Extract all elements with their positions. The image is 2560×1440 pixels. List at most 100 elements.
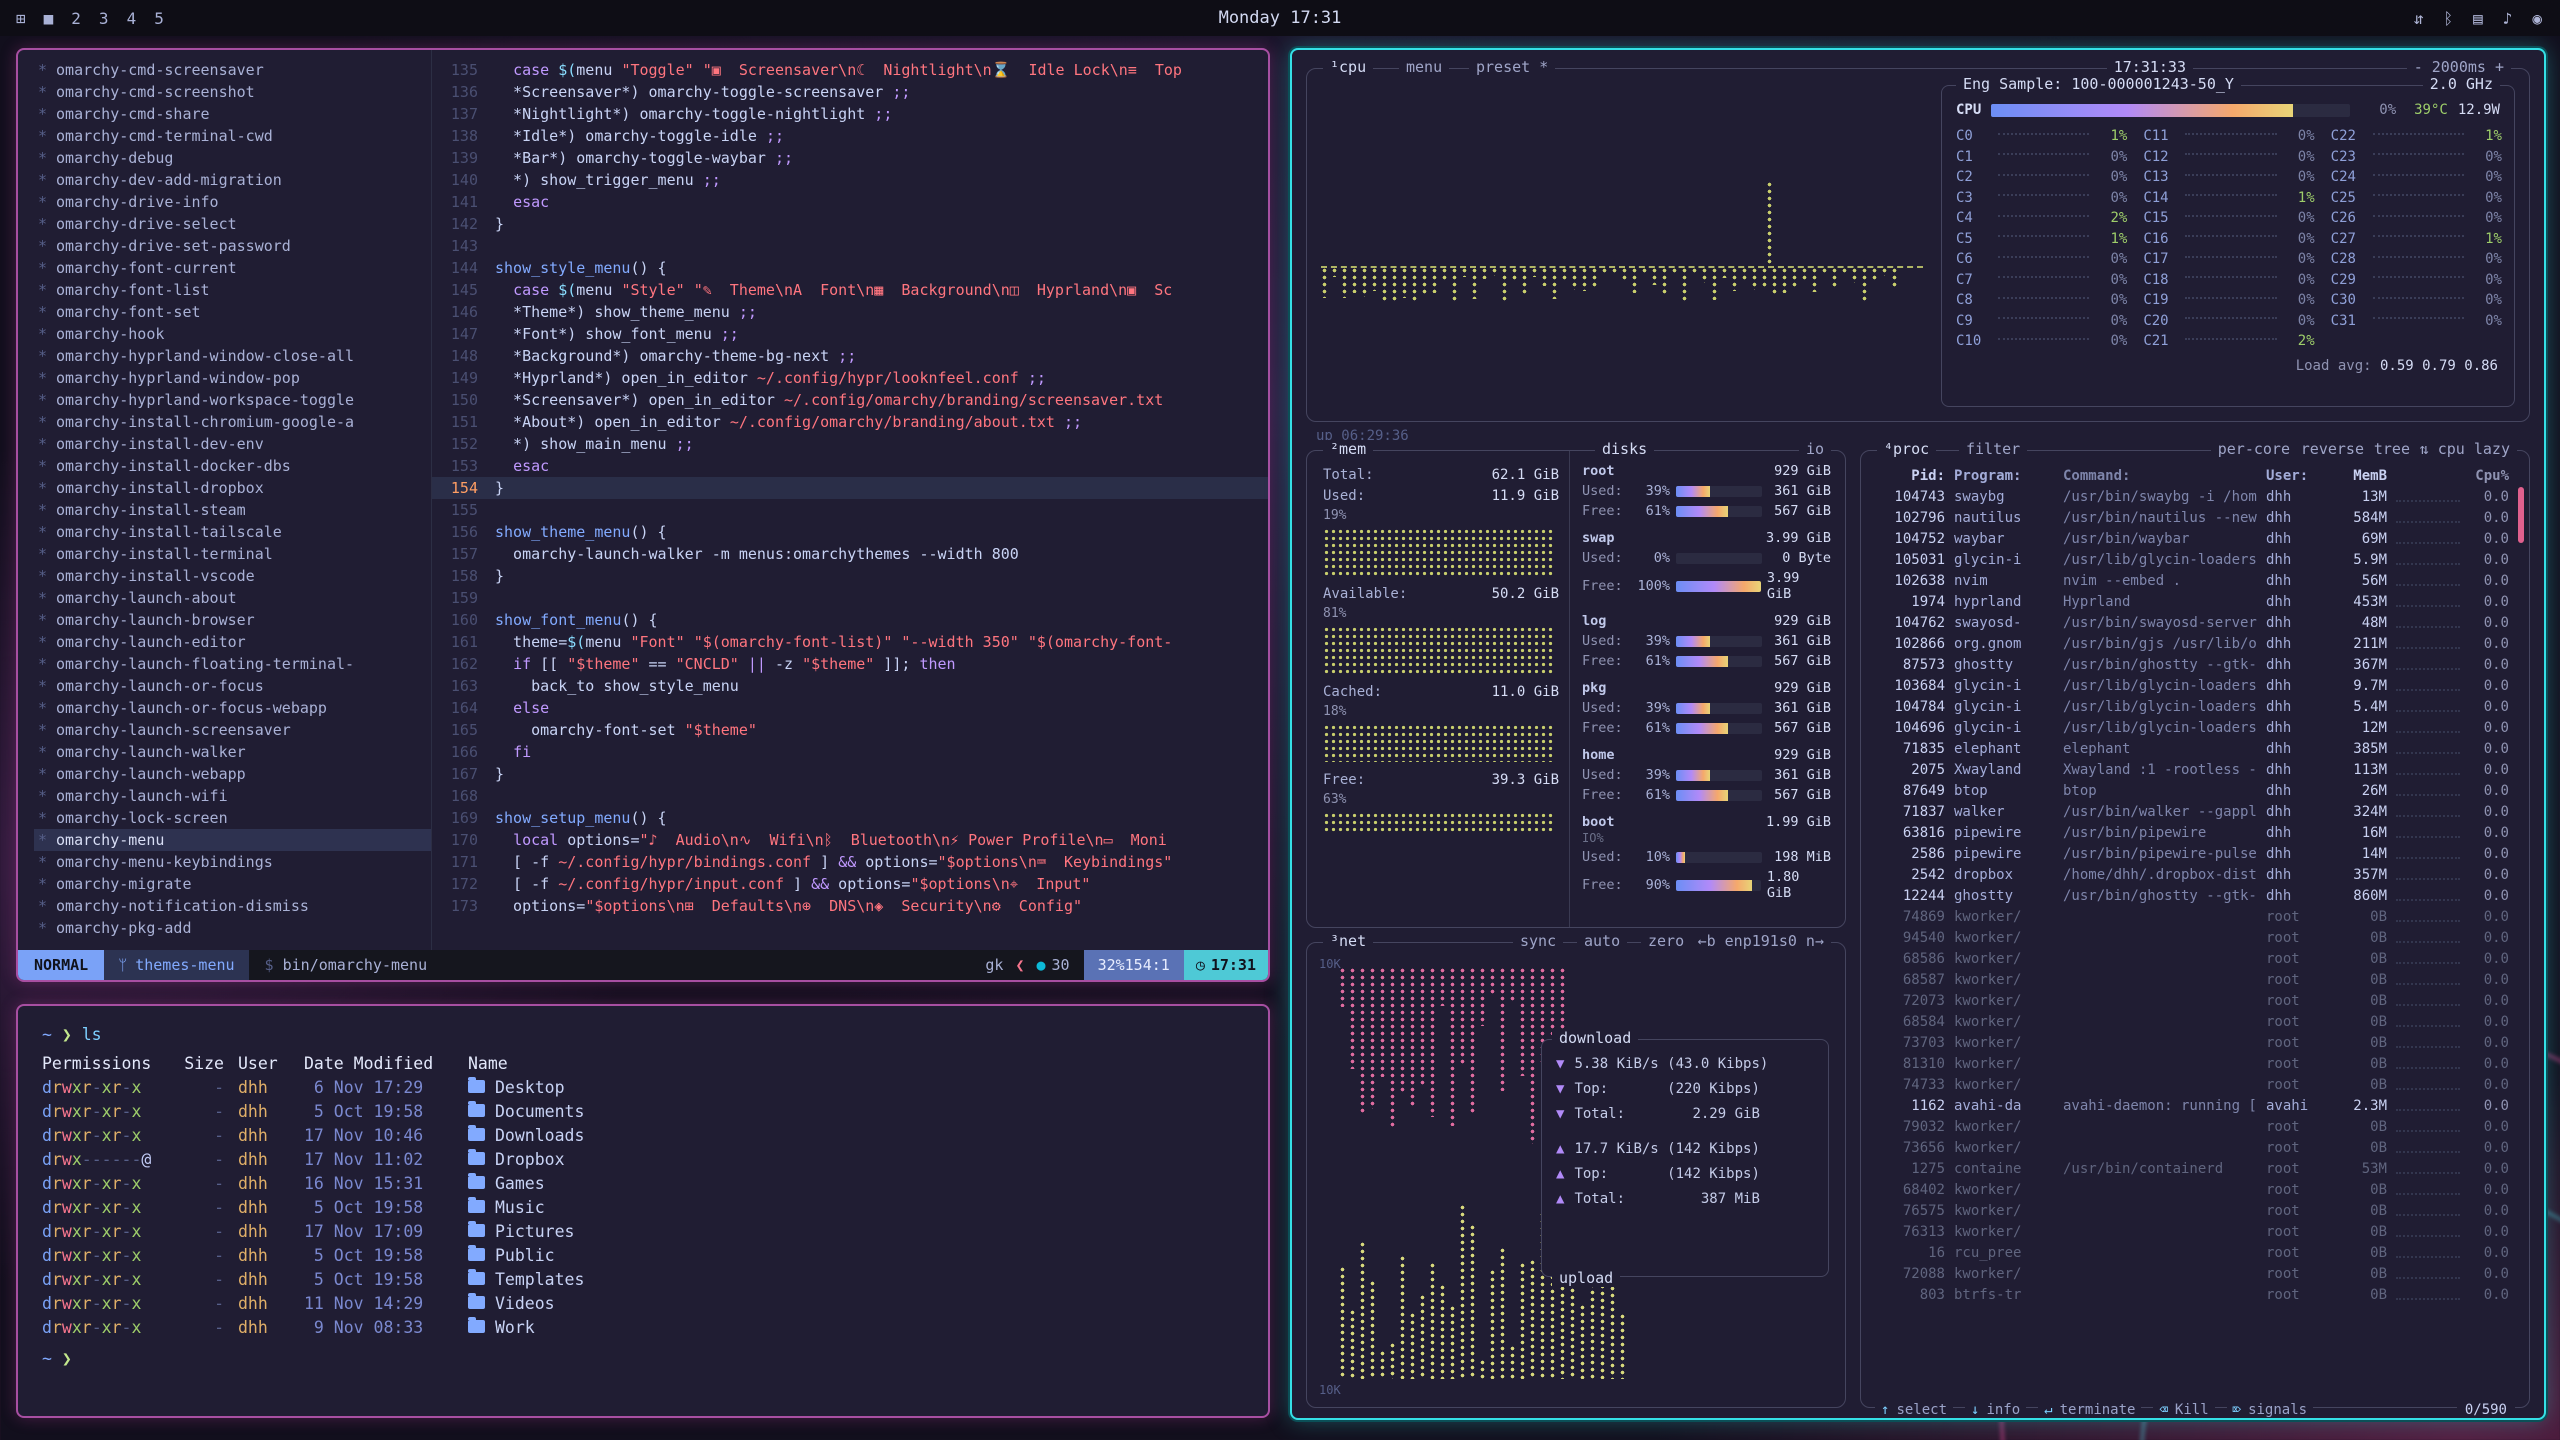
code-line[interactable]: 154} [432,477,1268,499]
sync-button[interactable]: sync [1513,932,1563,950]
menu-button[interactable]: menu [1399,58,1449,76]
file-item[interactable]: *omarchy-launch-webapp [34,763,431,785]
iface-selector[interactable]: ←b enp191s0 n→ [1691,932,1831,950]
code-line[interactable]: 173 options="$options\n⊞ Defaults\n⊕ DNS… [432,895,1268,917]
process-row[interactable]: 102796 nautilus /usr/bin/nautilus --new … [1861,508,2529,529]
file-item[interactable]: *omarchy-launch-walker [34,741,431,763]
file-item[interactable]: *omarchy-dev-add-migration [34,169,431,191]
code-line[interactable]: 153 esac [432,455,1268,477]
file-item[interactable]: *omarchy-font-set [34,301,431,323]
file-item[interactable]: *omarchy-launch-floating-terminal- [34,653,431,675]
code-line[interactable]: 142} [432,213,1268,235]
code-line[interactable]: 137 *Nightlight*) omarchy-toggle-nightli… [432,103,1268,125]
proc-footer-action[interactable]: ↵terminate [2038,1402,2141,1418]
process-row[interactable]: 68586 kworker/ root 0B 0.0 [1861,949,2529,970]
tree-button[interactable]: tree [2367,440,2417,458]
btop-window[interactable]: ¹cpu menu preset * 17:31:33 - 2000ms + E… [1290,48,2546,1420]
process-row[interactable]: 2542 dropbox /home/dhh/.dropbox-dist dhh… [1861,865,2529,886]
code-line[interactable]: 150 *Screensaver*) open_in_editor ~/.con… [432,389,1268,411]
code-line[interactable]: 158} [432,565,1268,587]
file-item[interactable]: *omarchy-drive-set-password [34,235,431,257]
code-line[interactable]: 168 [432,785,1268,807]
scrollbar-thumb[interactable] [2518,487,2524,543]
file-item[interactable]: *omarchy-cmd-share [34,103,431,125]
process-row[interactable]: 104752 waybar /usr/bin/waybar dhh 69M 0.… [1861,529,2529,550]
process-row[interactable]: 71835 elephant elephant dhh 385M 0.0 [1861,739,2529,760]
file-item[interactable]: *omarchy-menu [34,829,431,851]
file-item[interactable]: *omarchy-launch-or-focus [34,675,431,697]
file-item[interactable]: *omarchy-cmd-screenshot [34,81,431,103]
code-line[interactable]: 172 [ -f ~/.config/hypr/input.conf ] && … [432,873,1268,895]
file-item[interactable]: *omarchy-hyprland-window-pop [34,367,431,389]
code-line[interactable]: 156show_theme_menu() { [432,521,1268,543]
process-row[interactable]: 104762 swayosd- /usr/bin/swayosd-server … [1861,613,2529,634]
code-line[interactable]: 148 *Background*) omarchy-theme-bg-next … [432,345,1268,367]
auto-button[interactable]: auto [1577,932,1627,950]
code-line[interactable]: 144show_style_menu() { [432,257,1268,279]
code-line[interactable]: 162 if [[ "$theme" == "CNCLD" || -z "$th… [432,653,1268,675]
file-item[interactable]: *omarchy-debug [34,147,431,169]
workspace-item[interactable]: ■ [44,9,54,28]
sort-selector[interactable]: ⇅ cpu lazy [2413,440,2517,458]
process-row[interactable]: 63816 pipewire /usr/bin/pipewire dhh 16M… [1861,823,2529,844]
file-item[interactable]: *omarchy-launch-about [34,587,431,609]
file-item[interactable]: *omarchy-install-vscode [34,565,431,587]
file-item[interactable]: *omarchy-cmd-screensaver [34,59,431,81]
process-row[interactable]: 79032 kworker/ root 0B 0.0 [1861,1117,2529,1138]
file-item[interactable]: *omarchy-notification-dismiss [34,895,431,917]
code-line[interactable]: 135 case $(menu "Toggle" "▣ Screensaver\… [432,59,1268,81]
process-row[interactable]: 71837 walker /usr/bin/walker --gappl dhh… [1861,802,2529,823]
process-row[interactable]: 1162 avahi-da avahi-daemon: running [ av… [1861,1096,2529,1117]
proc-footer-action[interactable]: ⌫Kill [2153,1402,2214,1418]
file-item[interactable]: *omarchy-install-docker-dbs [34,455,431,477]
reverse-button[interactable]: reverse [2294,440,2371,458]
process-row[interactable]: 87649 btop btop dhh 26M 0.0 [1861,781,2529,802]
code-line[interactable]: 136 *Screensaver*) omarchy-toggle-screen… [432,81,1268,103]
process-row[interactable]: 74869 kworker/ root 0B 0.0 [1861,907,2529,928]
tray-icon[interactable]: ⇵ [2414,9,2424,28]
code-line[interactable]: 161 theme=$(menu "Font" "$(omarchy-font-… [432,631,1268,653]
tray-icon[interactable]: ▤ [2473,9,2483,28]
proc-footer-action[interactable]: ↑select [1875,1402,1953,1418]
code-line[interactable]: 165 omarchy-font-set "$theme" [432,719,1268,741]
tray-icon[interactable]: ♪ [2503,9,2513,28]
code-line[interactable]: 140 *) show_trigger_menu ;; [432,169,1268,191]
process-row[interactable]: 803 btrfs-tr root 0B 0.0 [1861,1285,2529,1306]
file-item[interactable]: *omarchy-font-current [34,257,431,279]
code-line[interactable]: 160show_font_menu() { [432,609,1268,631]
code-line[interactable]: 143 [432,235,1268,257]
file-item[interactable]: *omarchy-cmd-terminal-cwd [34,125,431,147]
process-row[interactable]: 2586 pipewire /usr/bin/pipewire-pulse dh… [1861,844,2529,865]
code-line[interactable]: 163 back_to show_style_menu [432,675,1268,697]
file-item[interactable]: *omarchy-drive-info [34,191,431,213]
code-line[interactable]: 167} [432,763,1268,785]
file-item[interactable]: *omarchy-font-list [34,279,431,301]
process-row[interactable]: 72073 kworker/ root 0B 0.0 [1861,991,2529,1012]
file-item[interactable]: *omarchy-pkg-add [34,917,431,939]
code-line[interactable]: 157 omarchy-launch-walker -m menus:omarc… [432,543,1268,565]
file-item[interactable]: *omarchy-migrate [34,873,431,895]
file-item[interactable]: *omarchy-install-tailscale [34,521,431,543]
zero-button[interactable]: zero [1641,932,1691,950]
interval-control[interactable]: - 2000ms + [2407,58,2511,76]
process-row[interactable]: 73656 kworker/ root 0B 0.0 [1861,1138,2529,1159]
code-line[interactable]: 171 [ -f ~/.config/hypr/bindings.conf ] … [432,851,1268,873]
code-line[interactable]: 141 esac [432,191,1268,213]
code-line[interactable]: 151 *About*) open_in_editor ~/.config/om… [432,411,1268,433]
terminal-window[interactable]: ~ ❯ ls PermissionsSizeUserDate ModifiedN… [16,1004,1270,1418]
code-line[interactable]: 164 else [432,697,1268,719]
per-core-button[interactable]: per-core [2211,440,2297,458]
process-row[interactable]: 74733 kworker/ root 0B 0.0 [1861,1075,2529,1096]
process-row[interactable]: 72088 kworker/ root 0B 0.0 [1861,1264,2529,1285]
process-row[interactable]: 104696 glycin-i /usr/lib/glycin-loaders … [1861,718,2529,739]
process-row[interactable]: 87573 ghostty /usr/bin/ghostty --gtk- dh… [1861,655,2529,676]
code-line[interactable]: 169show_setup_menu() { [432,807,1268,829]
file-item[interactable]: *omarchy-hyprland-window-close-all [34,345,431,367]
file-item[interactable]: *omarchy-install-steam [34,499,431,521]
process-row[interactable]: 12244 ghostty /usr/bin/ghostty --gtk- dh… [1861,886,2529,907]
process-row[interactable]: 68587 kworker/ root 0B 0.0 [1861,970,2529,991]
file-item[interactable]: *omarchy-install-terminal [34,543,431,565]
process-row[interactable]: 102638 nvim nvim --embed . dhh 56M 0.0 [1861,571,2529,592]
io-tab[interactable]: io [1799,440,1831,458]
workspace-item[interactable]: ⊞ [16,9,26,28]
